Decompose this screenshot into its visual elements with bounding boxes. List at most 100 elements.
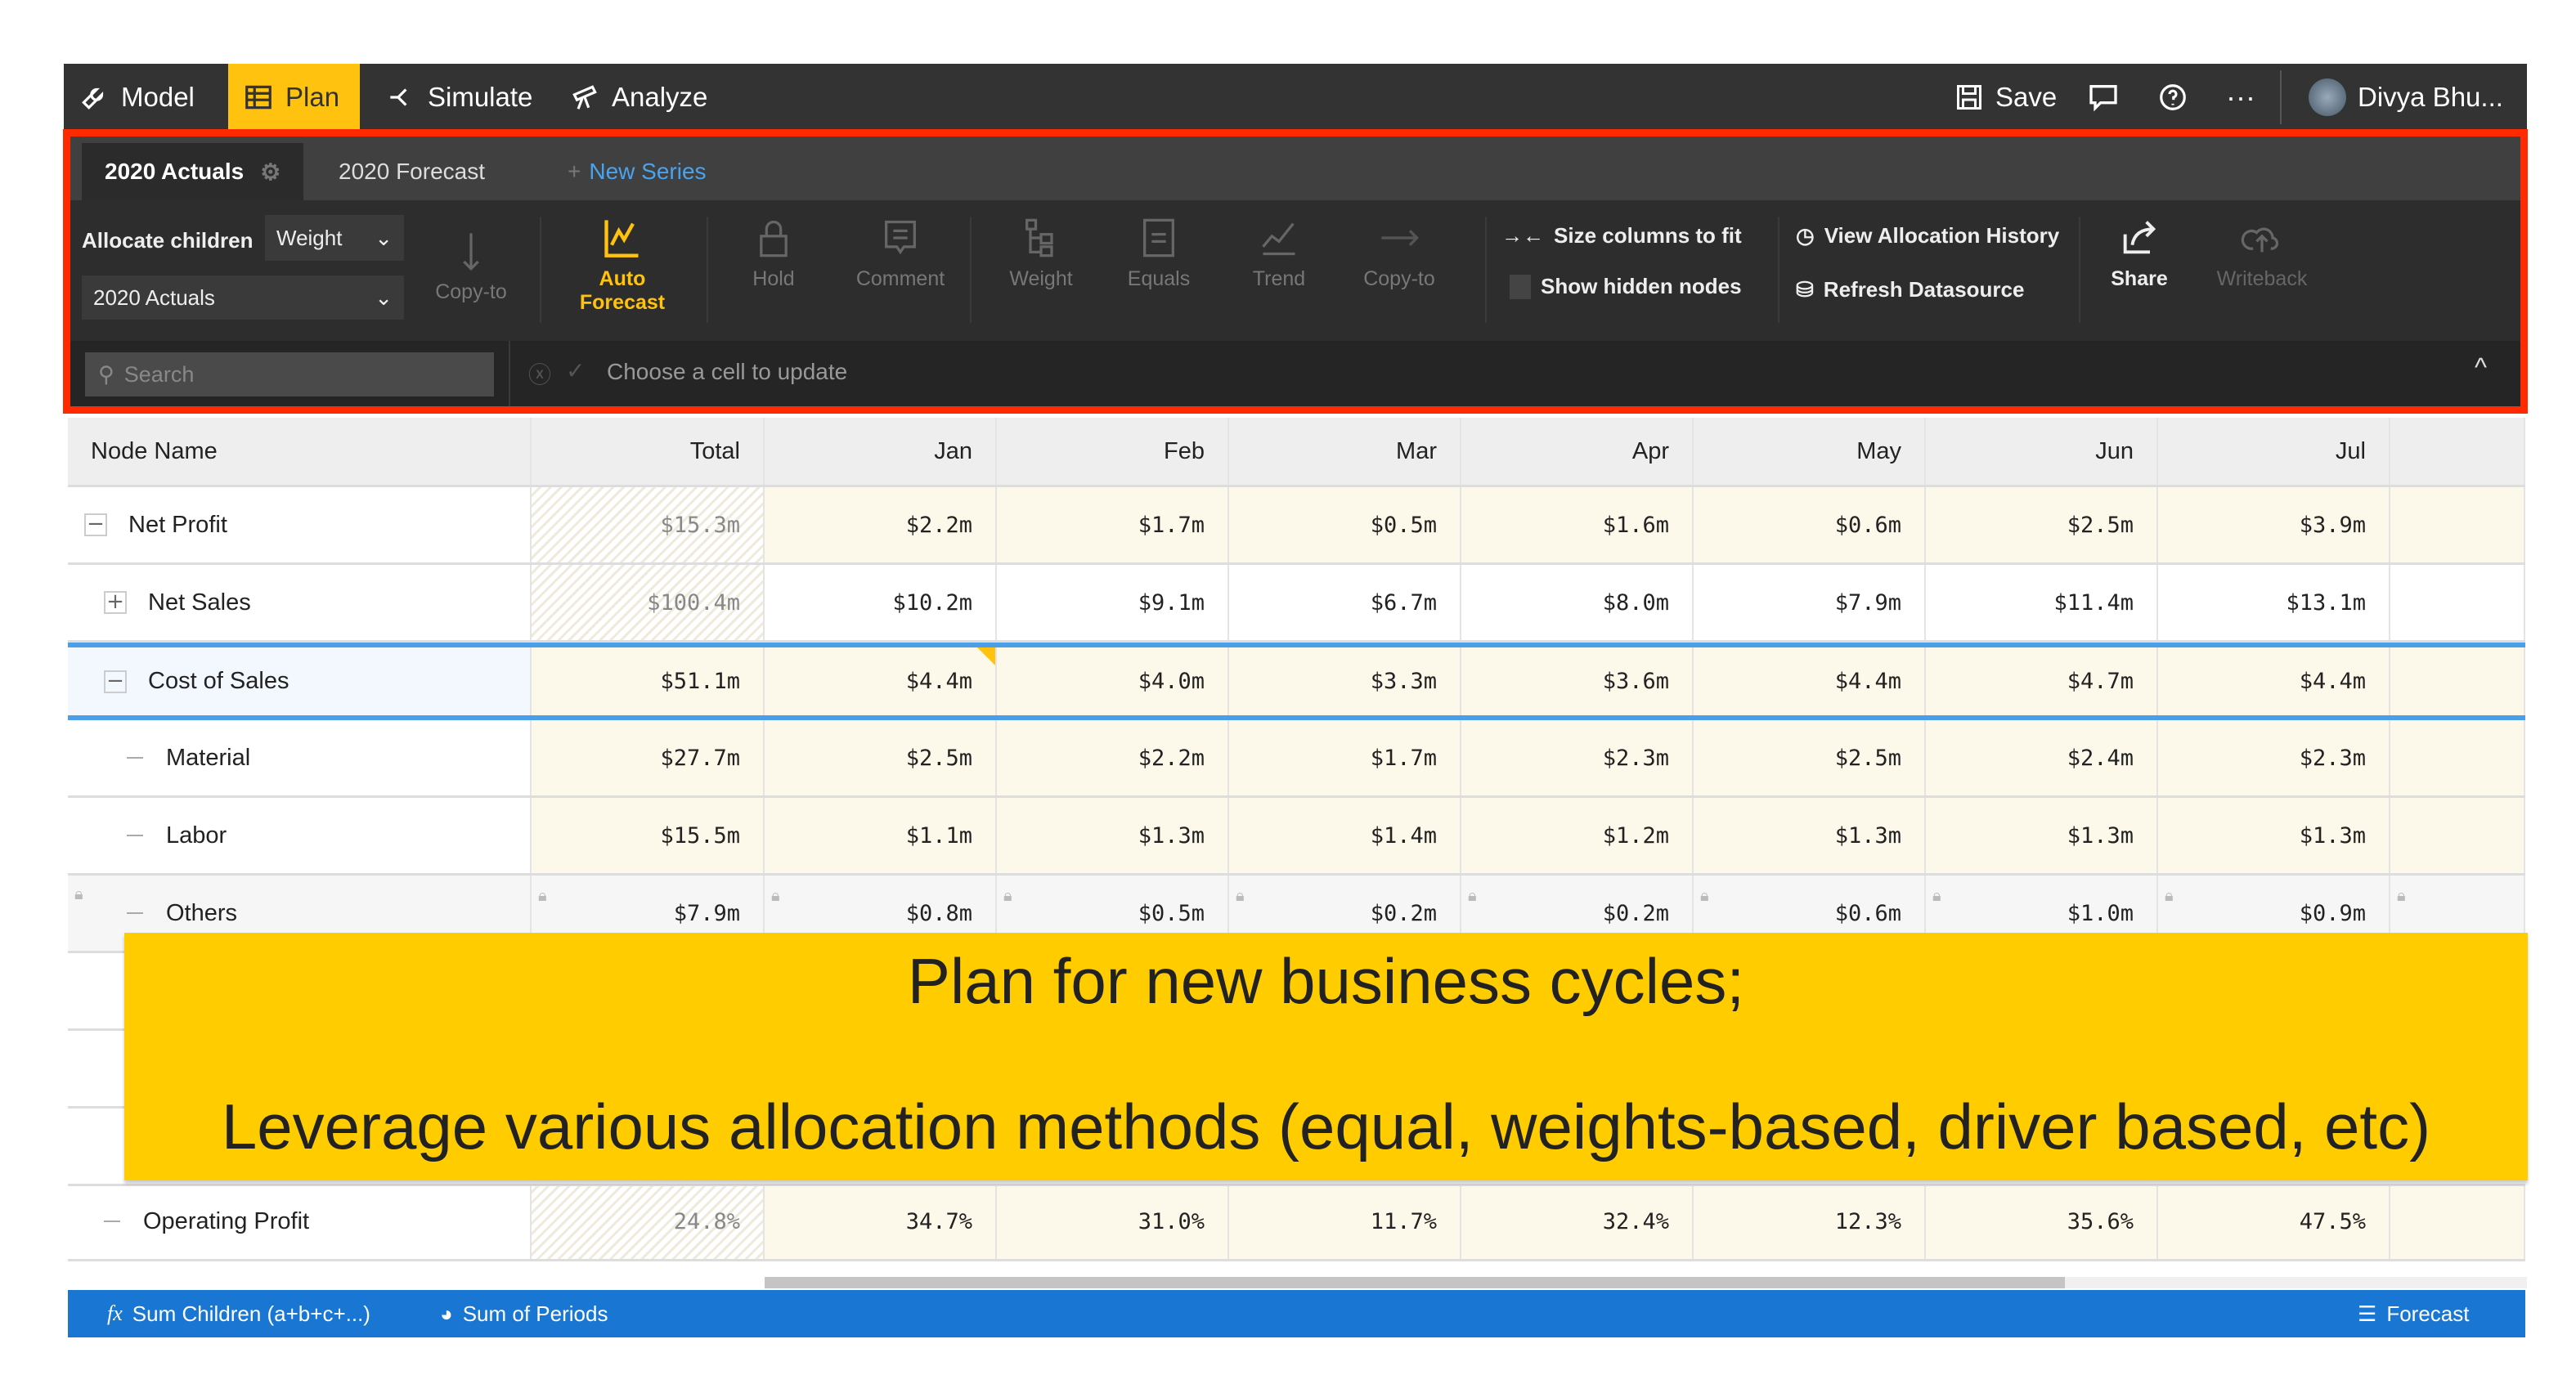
cancel-icon[interactable]: ⓧ (528, 357, 551, 390)
node-name-cell[interactable]: + Net Sales (68, 565, 532, 640)
nav-tab-plan[interactable]: Plan (228, 64, 360, 131)
value-cell[interactable]: $11.4m (1926, 565, 2158, 640)
value-cell[interactable]: $2.3m (2158, 720, 2390, 795)
value-cell[interactable]: $2.5m (1694, 720, 1926, 795)
total-cell[interactable]: $27.7m (532, 720, 765, 795)
gear-icon[interactable]: ⚙ (260, 159, 280, 186)
value-cell[interactable]: $1.3m (2158, 798, 2390, 873)
user-menu[interactable]: Divya Bhu... (2309, 64, 2503, 131)
collapse-ribbon-icon[interactable]: ^ (2475, 352, 2487, 383)
more-icon[interactable]: ··· (2226, 64, 2255, 131)
horizontal-scrollbar[interactable] (765, 1277, 2527, 1288)
column-header-node-name[interactable]: Node Name (68, 418, 532, 485)
value-cell[interactable]: $13.1m (2158, 565, 2390, 640)
expand-icon[interactable]: + (104, 591, 127, 614)
column-header-jun[interactable]: Jun (1926, 418, 2158, 485)
help-button[interactable] (2157, 64, 2188, 131)
series-indicator[interactable]: ☰ Forecast (2358, 1290, 2469, 1337)
value-cell[interactable]: $1.3m (997, 798, 1229, 873)
total-cell[interactable]: 24.8% (532, 1184, 765, 1259)
periods-indicator[interactable]: ◕ Sum of Periods (440, 1290, 608, 1337)
weight-button[interactable]: Weight (992, 217, 1090, 291)
allocation-method-select[interactable]: Weight ⌄ (265, 215, 404, 261)
table-row[interactable]: − Net Profit $15.3m $2.2m $1.7m $0.5m $1.6m $0.… (68, 487, 2525, 565)
value-cell[interactable] (2390, 1184, 2525, 1259)
source-series-select[interactable]: 2020 Actuals ⌄ (82, 275, 404, 320)
value-cell[interactable]: $1.2m (1461, 798, 1694, 873)
node-name-cell[interactable]: Operating Profit (68, 1184, 532, 1259)
auto-forecast-button[interactable]: Auto Forecast (573, 217, 671, 315)
value-cell[interactable]: 11.7% (1229, 1184, 1461, 1259)
table-row[interactable]: Operating Profit 24.8% 34.7% 31.0% 11.7% 32.4… (68, 1184, 2525, 1261)
nav-tab-simulate[interactable]: Simulate (370, 64, 547, 131)
table-row[interactable]: + Net Sales $100.4m $10.2m $9.1m $6.7m $8.0m $7… (68, 565, 2525, 643)
column-header-may[interactable]: May (1694, 418, 1926, 485)
total-cell[interactable]: $51.1m (532, 647, 765, 715)
collapse-icon[interactable]: − (84, 513, 107, 536)
comment-tool-button[interactable]: Comment (851, 217, 949, 291)
value-cell[interactable]: $4.0m (997, 647, 1229, 715)
node-name-cell[interactable]: − Cost of Sales (68, 647, 532, 715)
total-cell[interactable]: $100.4m (532, 565, 765, 640)
value-cell[interactable]: $1.7m (1229, 720, 1461, 795)
writeback-button[interactable]: Writeback (2213, 217, 2311, 291)
scrollbar-thumb[interactable] (765, 1277, 2065, 1288)
value-cell[interactable]: $3.9m (2158, 487, 2390, 562)
copy-to-right-button[interactable]: Copy-to (1350, 217, 1448, 291)
value-cell[interactable]: $3.6m (1461, 647, 1694, 715)
column-header-apr[interactable]: Apr (1461, 418, 1694, 485)
value-cell[interactable]: 35.6% (1926, 1184, 2158, 1259)
value-cell[interactable]: 34.7% (765, 1184, 997, 1259)
value-cell[interactable]: $2.4m (1926, 720, 2158, 795)
size-columns-button[interactable]: →← Size columns to fit (1501, 223, 1742, 249)
column-header-total[interactable]: Total (532, 418, 765, 485)
value-cell[interactable]: $2.2m (765, 487, 997, 562)
value-cell[interactable]: $10.2m (765, 565, 997, 640)
node-name-cell[interactable]: − Net Profit (68, 487, 532, 562)
collapse-icon[interactable]: − (104, 670, 127, 693)
value-cell[interactable]: $0.6m (1694, 487, 1926, 562)
value-cell[interactable]: $2.5m (765, 720, 997, 795)
value-cell[interactable]: $4.7m (1926, 647, 2158, 715)
series-tab-2020-actuals[interactable]: 2020 Actuals ⚙ (82, 143, 304, 200)
value-cell[interactable]: $4.4m (2158, 647, 2390, 715)
value-cell[interactable]: 32.4% (1461, 1184, 1694, 1259)
value-cell[interactable]: $4.4m (765, 647, 997, 715)
value-cell[interactable]: 47.5% (2158, 1184, 2390, 1259)
trend-button[interactable]: Trend (1230, 217, 1328, 291)
node-name-cell[interactable]: Material (68, 720, 532, 795)
value-cell[interactable]: 31.0% (997, 1184, 1229, 1259)
show-hidden-nodes-checkbox[interactable]: Show hidden nodes (1510, 274, 1742, 299)
save-button[interactable]: Save (1954, 64, 2057, 131)
value-cell[interactable]: $9.1m (997, 565, 1229, 640)
value-cell[interactable]: 12.3% (1694, 1184, 1926, 1259)
value-cell[interactable]: $2.2m (997, 720, 1229, 795)
copy-to-down-button[interactable]: Copy-to (422, 230, 520, 304)
new-series-button[interactable]: + New Series (545, 143, 729, 200)
share-button[interactable]: Share (2090, 217, 2188, 291)
value-cell[interactable]: $1.7m (997, 487, 1229, 562)
comment-button[interactable] (2087, 64, 2120, 131)
value-cell[interactable]: $4.4m (1694, 647, 1926, 715)
nav-tab-analyze[interactable]: Analyze (554, 64, 722, 131)
table-row[interactable]: Labor $15.5m $1.1m $1.3m $1.4m $1.2m $1.3m $1.3… (68, 798, 2525, 876)
value-cell[interactable]: $1.4m (1229, 798, 1461, 873)
formula-indicator[interactable]: fx Sum Children (a+b+c+...) (107, 1290, 370, 1337)
series-tab-2020-forecast[interactable]: 2020 Forecast (316, 143, 508, 200)
total-cell[interactable]: $15.5m (532, 798, 765, 873)
value-cell[interactable]: $2.3m (1461, 720, 1694, 795)
column-header-jan[interactable]: Jan (765, 418, 997, 485)
nav-tab-model[interactable]: Model (64, 64, 209, 131)
column-header-mar[interactable]: Mar (1229, 418, 1461, 485)
value-cell[interactable] (2390, 720, 2525, 795)
column-header-jul[interactable]: Jul (2158, 418, 2390, 485)
search-input[interactable]: ⚲ Search (85, 352, 494, 396)
confirm-icon[interactable]: ✓ (566, 357, 585, 384)
total-cell[interactable]: $15.3m (532, 487, 765, 562)
value-cell[interactable]: $8.0m (1461, 565, 1694, 640)
value-cell[interactable]: $0.5m (1229, 487, 1461, 562)
value-cell[interactable]: $2.5m (1926, 487, 2158, 562)
hold-button[interactable]: Hold (725, 217, 823, 291)
refresh-datasource-button[interactable]: ⛁ Refresh Datasource (1796, 277, 2024, 302)
column-header-feb[interactable]: Feb (997, 418, 1229, 485)
